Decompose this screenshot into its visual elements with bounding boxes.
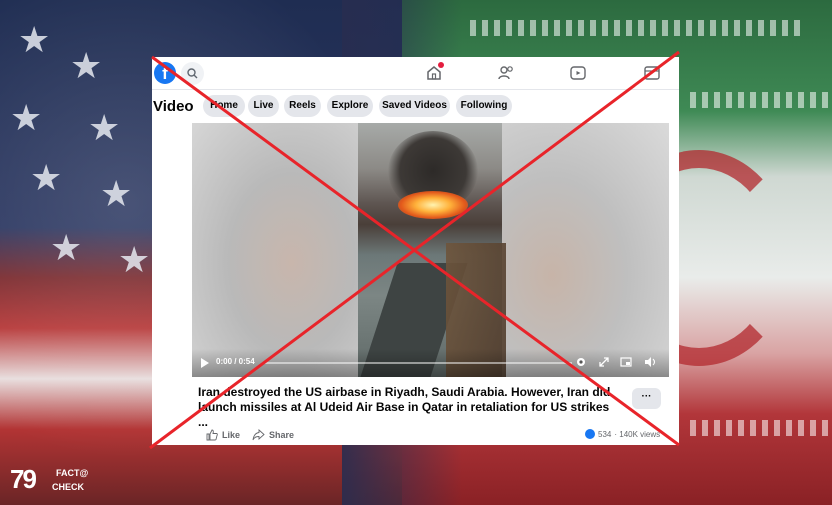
kufic-pattern [470, 20, 800, 36]
star-icon: ★ [30, 157, 63, 198]
search-button[interactable] [181, 62, 204, 85]
logo-text-fact: FACT@ [56, 468, 89, 478]
share-icon [252, 429, 265, 441]
like-icon [206, 429, 218, 441]
post-stats: 534 · 140K views [585, 429, 660, 439]
tab-following[interactable]: Following [456, 95, 512, 117]
kufic-pattern [690, 420, 832, 436]
tab-reels[interactable]: Reels [284, 95, 321, 117]
volume-icon[interactable] [644, 356, 656, 368]
search-icon [187, 68, 198, 79]
video-controls: 0:00 / 0:54 [192, 349, 669, 377]
tab-explore[interactable]: Explore [327, 95, 373, 117]
play-icon[interactable] [201, 358, 209, 368]
fullscreen-icon[interactable] [598, 356, 610, 368]
tab-home[interactable]: Home [203, 95, 245, 117]
tab-live[interactable]: Live [248, 95, 279, 117]
star-icon: ★ [70, 45, 103, 86]
notification-dot [438, 62, 444, 68]
like-reaction-icon [585, 429, 595, 439]
pip-icon[interactable] [620, 356, 632, 368]
share-button[interactable]: Share [252, 429, 294, 441]
star-icon: ★ [18, 19, 51, 60]
star-icon: ★ [100, 173, 133, 214]
share-label: Share [269, 430, 295, 440]
more-options-button[interactable]: ··· [632, 388, 661, 409]
post-caption: Iran destroyed the US airbase in Riyadh,… [198, 385, 611, 429]
video-blur-right [502, 123, 669, 377]
star-icon: ★ [10, 97, 43, 138]
facebook-icon[interactable]: f [154, 62, 176, 84]
progress-bar[interactable] [262, 362, 572, 364]
top-navigation-bar: f [152, 57, 679, 90]
like-label: Like [222, 430, 241, 440]
video-time: 0:00 / 0:54 [216, 357, 255, 366]
video-icon[interactable] [568, 63, 588, 83]
video-blur-left [192, 123, 358, 377]
fire-explosion [398, 191, 468, 219]
settings-icon[interactable] [575, 356, 587, 368]
video-frame [358, 123, 506, 377]
gaming-icon[interactable] [642, 63, 662, 83]
logo-mark: 79 [10, 464, 37, 494]
star-icon: ★ [88, 107, 121, 148]
fact-check-logo: 79 FACT@ CHECK [10, 462, 90, 496]
view-count: · 140K views [614, 429, 661, 439]
like-button[interactable]: Like [206, 429, 240, 441]
reaction-count[interactable]: 534 [598, 430, 611, 439]
page-title: Video [153, 98, 194, 115]
kufic-pattern [690, 92, 832, 108]
tab-saved-videos[interactable]: Saved Videos [379, 95, 450, 117]
logo-text-check: CHECK [52, 482, 85, 492]
star-icon: ★ [50, 227, 83, 268]
video-player[interactable]: 0:00 / 0:54 [192, 123, 669, 377]
facebook-video-card: f Video Home Live Reels Explore Saved Vi… [152, 57, 679, 445]
friends-icon[interactable] [496, 63, 516, 83]
star-icon: ★ [118, 239, 151, 280]
